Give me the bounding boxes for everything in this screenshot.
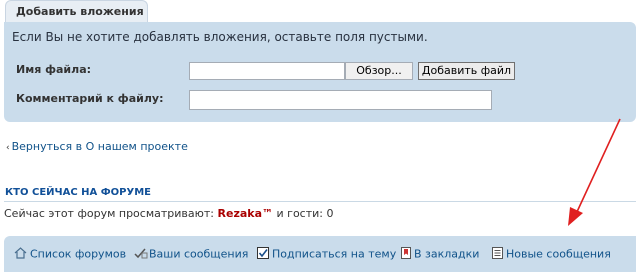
nav-bookmarks-label: В закладки — [414, 247, 480, 261]
online-status: Сейчас этот форум просматривают: Rezaka™… — [4, 207, 333, 220]
filename-input[interactable] — [189, 62, 345, 80]
filename-label: Имя файла: — [16, 63, 92, 76]
divider — [4, 201, 636, 202]
nav-bookmarks[interactable]: В закладки — [401, 247, 479, 262]
bottom-nav-bar: Список форумов Ваши сообщения Подписатьс… — [4, 236, 636, 272]
tab-add-attachments[interactable]: Добавить вложения — [5, 0, 148, 22]
add-file-button[interactable]: Добавить файл — [418, 62, 515, 80]
online-user-link[interactable]: Rezaka™ — [218, 207, 274, 220]
checkbox-icon — [257, 247, 269, 262]
nav-subscribe-topic[interactable]: Подписаться на тему — [257, 247, 396, 262]
home-icon — [14, 247, 27, 262]
back-link-label[interactable]: Вернуться в О нашем проекте — [12, 140, 188, 153]
online-suffix: и гости: 0 — [276, 207, 334, 220]
online-title: КТО СЕЙЧАС НА ФОРУМЕ — [5, 187, 151, 198]
nav-new-posts[interactable]: Новые сообщения — [492, 247, 611, 262]
nav-subscribe-topic-label: Подписаться на тему — [272, 247, 397, 261]
back-arrow-icon: ‹ — [6, 143, 10, 153]
comment-label: Комментарий к файлу: — [16, 92, 164, 105]
bookmark-icon — [401, 247, 411, 262]
back-link[interactable]: ‹ Вернуться в О нашем проекте — [6, 140, 188, 153]
attachments-notice: Если Вы не хотите добавлять вложения, ос… — [12, 30, 428, 44]
online-prefix: Сейчас этот форум просматривают: — [4, 207, 215, 220]
comment-input[interactable] — [189, 90, 492, 110]
nav-your-posts-label: Ваши сообщения — [149, 247, 249, 261]
nav-your-posts[interactable]: Ваши сообщения — [134, 247, 248, 262]
nav-forum-list[interactable]: Список форумов — [14, 247, 126, 262]
browse-button[interactable]: Обзор... — [345, 62, 413, 80]
new-posts-icon — [492, 247, 503, 262]
posts-icon — [134, 247, 148, 262]
attachments-panel: Если Вы не хотите добавлять вложения, ос… — [4, 22, 636, 122]
nav-new-posts-label: Новые сообщения — [506, 247, 611, 261]
nav-forum-list-label: Список форумов — [30, 247, 127, 261]
